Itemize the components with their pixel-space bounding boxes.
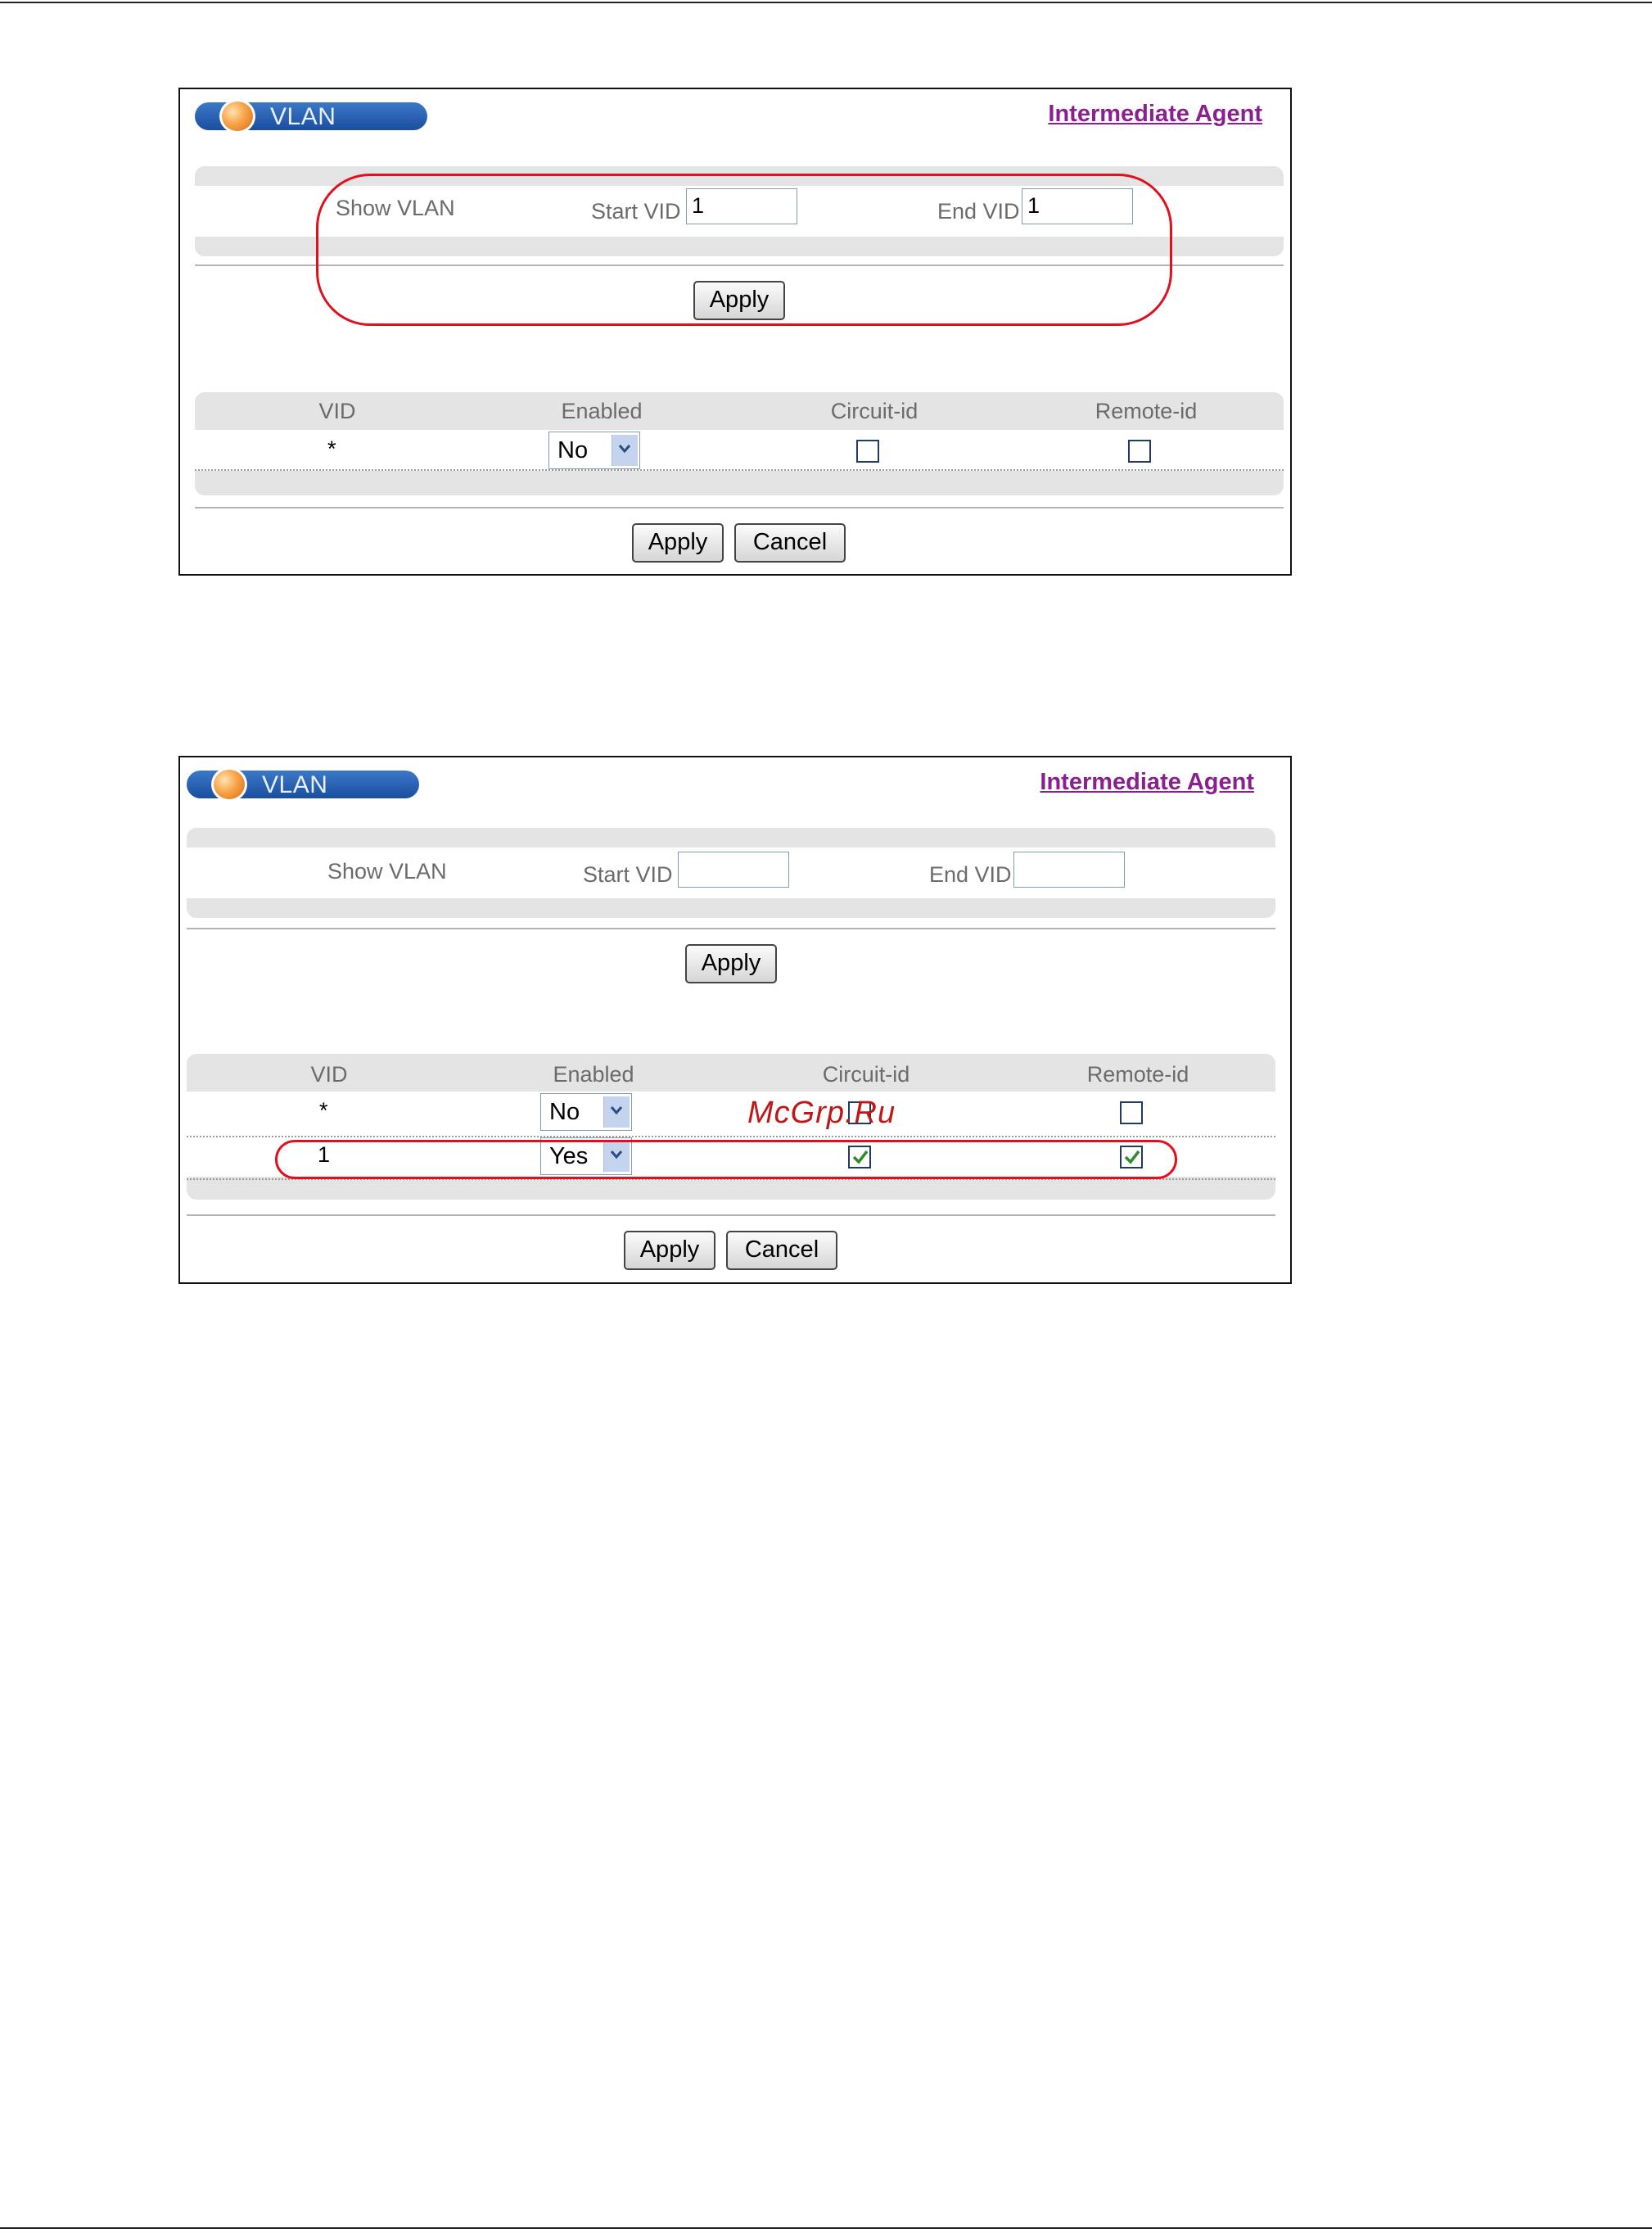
page-bottom-rule [0,2227,1652,2229]
intermediate-agent-link[interactable]: Intermediate Agent [1048,101,1262,128]
panel-title: VLAN [270,103,336,130]
enabled-value: No [557,437,589,463]
remote-id-checkbox[interactable] [1128,440,1151,463]
divider [187,1214,1275,1216]
col-remote-id: Remote-id [1095,399,1198,423]
chevron-down-icon [603,1096,630,1128]
intermediate-agent-link[interactable]: Intermediate Agent [1040,769,1254,796]
apply-button[interactable]: Apply [632,523,724,563]
cancel-button[interactable]: Cancel [734,523,846,563]
panel-title-pill: VLAN [187,767,419,802]
end-vid-label: End VID [929,862,1012,887]
panel-title-pill: VLAN [195,99,427,133]
divider [187,928,1275,929]
enabled-select[interactable]: No [548,432,640,469]
circuit-id-checkbox[interactable] [856,440,879,463]
col-enabled: Enabled [561,399,643,423]
vlan-panel-1: VLAN Intermediate Agent Show VLAN Start … [178,88,1292,576]
highlight-row [275,1140,1177,1179]
orb-icon [211,767,247,802]
row-vid: * [319,1098,328,1123]
chevron-down-icon [612,435,638,466]
col-circuit-id: Circuit-id [830,399,919,423]
highlight-circle [316,174,1172,326]
remote-id-checkbox[interactable] [1120,1101,1143,1124]
apply-button[interactable]: Apply [624,1231,715,1270]
row-vid: * [327,436,336,461]
divider [195,507,1284,509]
col-vid: VID [310,1062,348,1087]
row-separator [195,469,1284,471]
end-vid-input[interactable] [1013,852,1125,888]
start-vid-input[interactable] [678,852,789,888]
orb-icon [219,99,255,133]
vlan-panel-2: VLAN Intermediate Agent Show VLAN Start … [178,756,1292,1284]
start-vid-label: Start VID [583,862,673,887]
page-top-rule [0,2,1652,3]
col-circuit-id: Circuit-id [822,1062,910,1087]
cancel-button[interactable]: Cancel [726,1231,837,1270]
show-vlan-label: Show VLAN [327,859,447,884]
col-enabled: Enabled [553,1062,634,1087]
show-vlan-apply-button[interactable]: Apply [685,944,777,983]
panel-title: VLAN [262,771,328,798]
watermark: McGrp.Ru [747,1096,896,1130]
enabled-select[interactable]: No [540,1093,632,1131]
enabled-value: No [549,1099,580,1125]
row-separator [187,1136,1275,1137]
col-remote-id: Remote-id [1086,1062,1189,1087]
col-vid: VID [318,399,356,423]
